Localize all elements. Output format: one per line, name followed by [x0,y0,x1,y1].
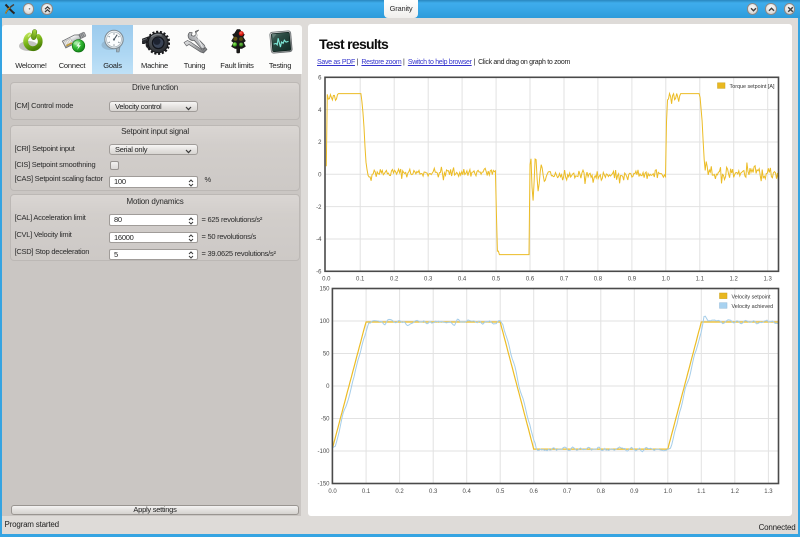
svg-text:-2: -2 [316,205,322,211]
svg-text:1.2: 1.2 [731,489,740,495]
svg-text:1.1: 1.1 [696,277,705,283]
svg-text:1.3: 1.3 [764,489,773,495]
svg-text:0: 0 [326,384,330,390]
svg-text:Velocity setpoint: Velocity setpoint [732,294,771,300]
svg-text:-150: -150 [317,482,330,488]
svg-text:1.0: 1.0 [664,489,673,495]
svg-text:-4: -4 [316,237,322,243]
svg-text:100: 100 [319,319,330,325]
svg-text:0.3: 0.3 [424,277,433,283]
svg-text:2: 2 [318,140,322,146]
svg-text:0.1: 0.1 [356,277,365,283]
svg-text:Velocity achieved: Velocity achieved [732,304,774,310]
svg-text:0.5: 0.5 [496,489,505,495]
svg-text:6: 6 [318,76,322,82]
svg-text:50: 50 [323,352,330,358]
svg-text:1.2: 1.2 [730,277,739,283]
svg-text:1.1: 1.1 [697,489,706,495]
svg-text:0.9: 0.9 [628,277,637,283]
svg-text:0.7: 0.7 [560,277,569,283]
svg-text:Torque setpoint [A]: Torque setpoint [A] [730,84,775,90]
svg-text:0.4: 0.4 [458,277,467,283]
svg-text:0.0: 0.0 [328,489,337,495]
svg-text:1.3: 1.3 [764,277,773,283]
svg-text:0.9: 0.9 [630,489,639,495]
svg-text:0.1: 0.1 [362,489,371,495]
svg-text:0.4: 0.4 [463,489,472,495]
svg-text:0.8: 0.8 [594,277,603,283]
svg-text:0.6: 0.6 [530,489,539,495]
svg-text:0.0: 0.0 [322,277,331,283]
svg-text:150: 150 [319,287,330,293]
svg-text:1.0: 1.0 [662,277,671,283]
svg-text:0.5: 0.5 [492,277,501,283]
svg-text:0.7: 0.7 [563,489,572,495]
svg-text:0.6: 0.6 [526,277,535,283]
svg-text:-50: -50 [321,417,330,423]
svg-text:0.2: 0.2 [395,489,404,495]
svg-text:0.2: 0.2 [390,277,399,283]
svg-text:4: 4 [318,108,322,114]
svg-text:-6: -6 [316,270,322,276]
svg-text:-100: -100 [317,449,330,455]
svg-text:0.8: 0.8 [597,489,606,495]
svg-text:0.3: 0.3 [429,489,438,495]
svg-text:0: 0 [318,173,322,179]
